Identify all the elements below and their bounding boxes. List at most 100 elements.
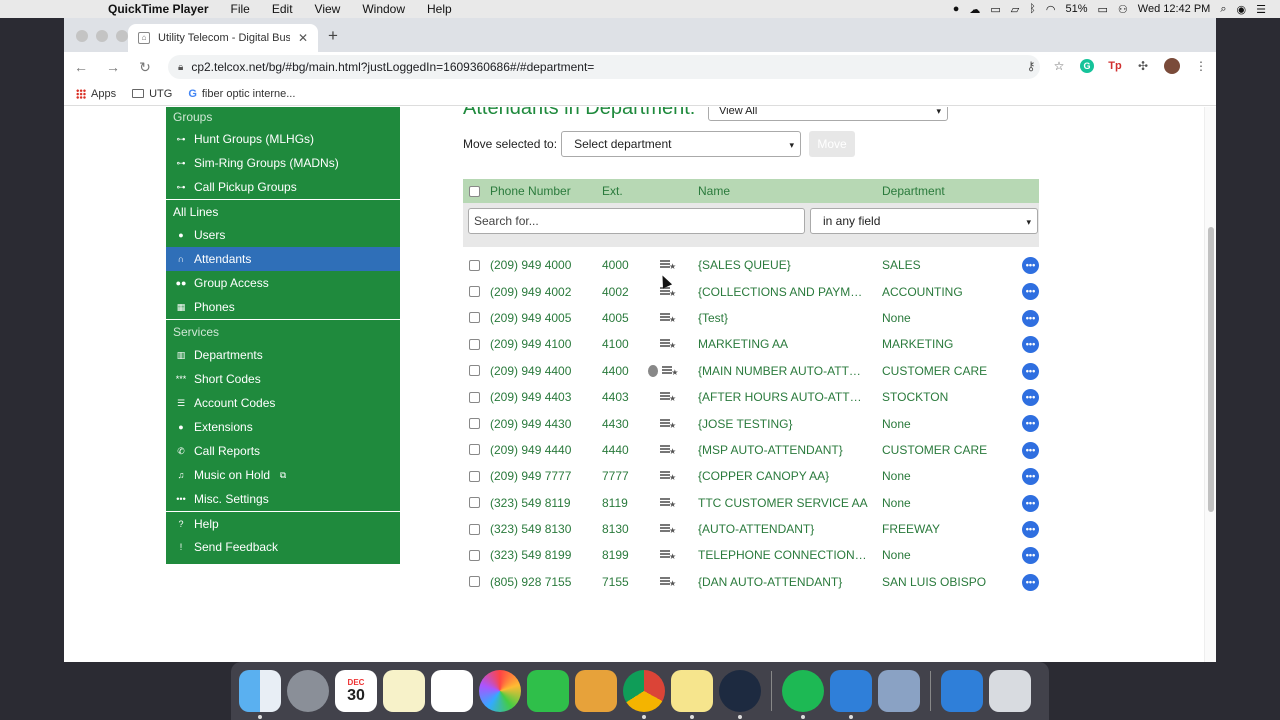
menu-help[interactable]: Help	[427, 2, 452, 16]
row-more-button[interactable]: •••	[1022, 415, 1039, 433]
bookmark-star-icon[interactable]: ☆	[1052, 59, 1066, 73]
view-filter-select[interactable]: View All ▾	[708, 107, 948, 121]
user-switch-icon[interactable]: ⚇	[1118, 3, 1128, 16]
row-more-button[interactable]: •••	[1022, 441, 1039, 459]
row-more-button[interactable]: •••	[1022, 388, 1039, 406]
row-phone[interactable]: (805) 928 7155	[490, 575, 602, 589]
row-name[interactable]: {MSP AUTO-ATTENDANT}	[698, 443, 882, 457]
row-checkbox[interactable]	[469, 312, 480, 324]
sidebar-section-all-lines[interactable]: All Lines	[166, 199, 400, 223]
table-row[interactable]: (209) 949 40024002 {COLLECTIONS AND PAYM……	[463, 278, 1043, 304]
table-row[interactable]: (209) 949 44004400 {MAIN NUMBER AUTO-ATT……	[463, 358, 1043, 384]
row-phone[interactable]: (323) 549 8199	[490, 548, 602, 562]
sidebar-item-hunt-groups[interactable]: ⊶ Hunt Groups (MLHGs)	[166, 127, 400, 151]
row-name[interactable]: {SALES QUEUE}	[698, 258, 882, 272]
grammarly-icon[interactable]: G	[1080, 59, 1094, 73]
url-text[interactable]: cp2.telcox.net/bg/#bg/main.html?justLogg…	[191, 60, 594, 74]
row-name[interactable]: {JOSE TESTING}	[698, 417, 882, 431]
app-x-icon[interactable]	[830, 670, 872, 719]
scrollbar-thumb[interactable]	[1208, 227, 1214, 512]
row-phone[interactable]: (209) 949 4100	[490, 337, 602, 351]
assign-list-icon[interactable]	[660, 338, 676, 350]
column-department[interactable]: Department	[882, 184, 1032, 198]
row-name[interactable]: TTC CUSTOMER SERVICE AA	[698, 496, 882, 510]
assign-list-icon[interactable]	[660, 470, 676, 482]
sidebar-item-users[interactable]: ● Users	[166, 223, 400, 247]
siri-icon[interactable]: ◉	[1237, 3, 1247, 16]
browser-menu-icon[interactable]: ⋮	[1194, 59, 1208, 73]
sidebar-item-attendants[interactable]: ∩ Attendants	[166, 247, 400, 271]
close-window-button[interactable]	[76, 30, 88, 42]
sidebar-item-send-feedback[interactable]: ! Send Feedback	[166, 535, 400, 559]
row-phone[interactable]: (323) 549 8119	[490, 496, 602, 510]
page-scrollbar[interactable]	[1204, 107, 1216, 662]
downloads-stack-icon[interactable]	[941, 670, 983, 712]
bookmark-apps[interactable]: Apps	[76, 88, 116, 100]
row-name[interactable]: {AUTO-ATTENDANT}	[698, 522, 882, 536]
row-checkbox[interactable]	[469, 576, 480, 588]
row-name[interactable]: {COPPER CANOPY AA}	[698, 469, 882, 483]
select-all-checkbox[interactable]	[469, 185, 480, 197]
assign-list-icon[interactable]	[660, 549, 676, 561]
assign-list-icon[interactable]	[660, 259, 676, 271]
record-icon[interactable]: ●	[953, 3, 960, 15]
zoom-window-button[interactable]	[116, 30, 128, 42]
sidebar-item-help[interactable]: ? Help	[166, 511, 400, 535]
display-icon[interactable]: ▭	[990, 3, 1000, 16]
row-name[interactable]: {DAN AUTO-ATTENDANT}	[698, 575, 882, 589]
table-row[interactable]: (323) 549 81198119 TTC CUSTOMER SERVICE A…	[463, 490, 1043, 516]
row-checkbox[interactable]	[469, 444, 480, 456]
sidebar-item-extensions[interactable]: ● Extensions	[166, 415, 400, 439]
row-more-button[interactable]: •••	[1022, 520, 1039, 538]
airplay-icon[interactable]: ▱	[1011, 3, 1019, 16]
row-checkbox[interactable]	[469, 286, 480, 298]
bookmark-utg[interactable]: UTG	[132, 88, 172, 100]
row-checkbox[interactable]	[469, 338, 480, 350]
back-icon[interactable]: ←	[72, 59, 90, 75]
menu-view[interactable]: View	[315, 2, 341, 16]
browser-tab[interactable]: ⌂ Utility Telecom - Digital Busine ✕	[128, 24, 318, 52]
close-tab-icon[interactable]: ✕	[298, 31, 308, 45]
row-checkbox[interactable]	[469, 497, 480, 509]
menu-file[interactable]: File	[231, 2, 250, 16]
chrome-icon[interactable]	[623, 670, 665, 719]
new-tab-icon[interactable]: +	[328, 26, 338, 46]
menu-window[interactable]: Window	[362, 2, 405, 16]
assign-list-icon[interactable]	[660, 418, 676, 430]
sidebar-item-sim-ring[interactable]: ⊶ Sim-Ring Groups (MADNs)	[166, 151, 400, 175]
table-row[interactable]: (209) 949 40004000 {SALES QUEUE}SALES •••	[463, 252, 1043, 278]
table-row[interactable]: (209) 949 40054005 {Test}None •••	[463, 305, 1043, 331]
column-ext[interactable]: Ext.	[602, 184, 698, 198]
key-icon[interactable]: ⚷	[1024, 59, 1038, 73]
row-phone[interactable]: (209) 949 4400	[490, 364, 602, 378]
quicktime-icon[interactable]	[719, 670, 761, 719]
move-button[interactable]: Move	[809, 131, 856, 157]
sidebar-item-call-reports[interactable]: ✆ Call Reports	[166, 439, 400, 463]
reload-icon[interactable]: ↻	[136, 59, 154, 76]
lock-icon[interactable]: 🔒︎	[178, 62, 183, 73]
row-checkbox[interactable]	[469, 470, 480, 482]
row-phone[interactable]: (209) 949 4005	[490, 311, 602, 325]
assign-list-icon[interactable]	[660, 444, 676, 456]
row-more-button[interactable]: •••	[1022, 468, 1039, 486]
spotlight-icon[interactable]: ⌕	[1220, 3, 1226, 16]
extensions-puzzle-icon[interactable]: ✣	[1136, 59, 1150, 73]
row-more-button[interactable]: •••	[1022, 573, 1039, 591]
sidebar-item-phones[interactable]: ▦ Phones	[166, 295, 400, 319]
creative-cloud-icon[interactable]: ☁	[969, 3, 980, 16]
profile-avatar[interactable]	[1164, 58, 1180, 74]
row-checkbox[interactable]	[469, 259, 480, 271]
row-phone[interactable]: (209) 949 4000	[490, 258, 602, 272]
row-checkbox[interactable]	[469, 549, 480, 561]
assign-list-icon[interactable]	[660, 312, 676, 324]
column-phone[interactable]: Phone Number	[490, 184, 602, 198]
assign-list-icon[interactable]	[660, 391, 676, 403]
battery-icon[interactable]: ▭	[1098, 3, 1108, 16]
row-checkbox[interactable]	[469, 418, 480, 430]
table-row[interactable]: (209) 949 44404440 {MSP AUTO-ATTENDANT}CU…	[463, 437, 1043, 463]
trash-icon[interactable]	[989, 670, 1031, 712]
forward-icon[interactable]: →	[104, 59, 122, 75]
sidebar-item-group-access[interactable]: ●● Group Access	[166, 271, 400, 295]
row-more-button[interactable]: •••	[1022, 283, 1039, 301]
table-row[interactable]: (209) 949 44034403 {AFTER HOURS AUTO-ATT……	[463, 384, 1043, 410]
